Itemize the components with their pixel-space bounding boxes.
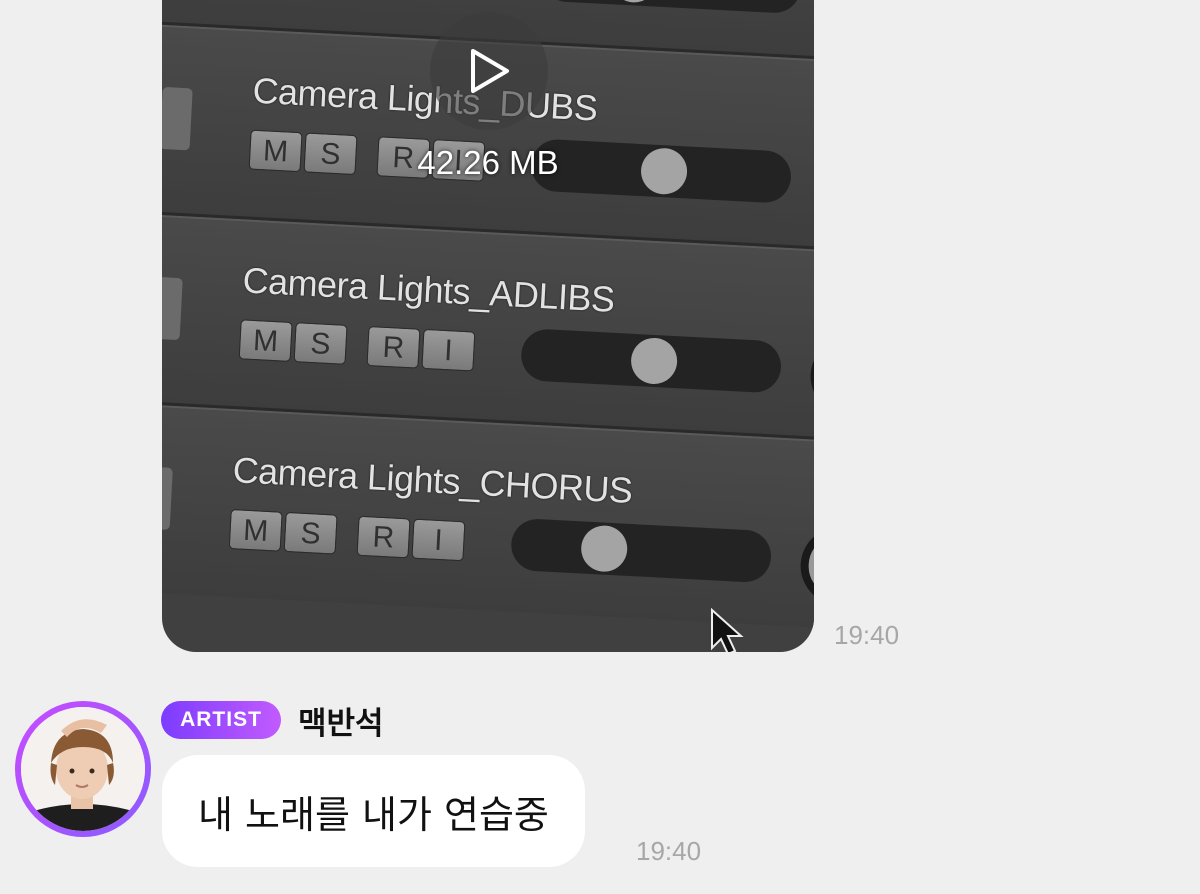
track-key: I <box>421 328 476 372</box>
track-key: S <box>283 511 338 555</box>
track-slider <box>519 328 783 394</box>
sender-name[interactable]: 맥반석 <box>298 698 384 743</box>
track-buttons: M S R I <box>238 319 479 372</box>
track-buttons: M S R I <box>228 509 469 562</box>
artist-badge: ARTIST <box>161 701 281 739</box>
track-buttons: M S R I <box>248 129 489 182</box>
track-slider <box>509 517 773 584</box>
track-name: Camera Lights_CHORUS <box>231 449 634 512</box>
video-message[interactable]: M S R I Camera Lights_DUBS M S R I Camer… <box>162 0 814 652</box>
track-key: M <box>238 319 293 362</box>
track-dial <box>808 335 814 418</box>
track-key: S <box>293 322 348 365</box>
play-button[interactable] <box>430 12 548 130</box>
message-bubble[interactable]: 내 노래를 내가 연습중 <box>162 755 585 867</box>
track-key: R <box>356 515 411 559</box>
slider-knob <box>629 336 679 386</box>
track-name: Camera Lights_ADLIBS <box>241 259 616 320</box>
daw-track: Camera Lights_ADLIBS M S R I <box>162 210 814 441</box>
track-key: M <box>228 509 283 552</box>
track-side-tab <box>162 276 183 341</box>
message-timestamp: 19:40 <box>834 620 900 650</box>
track-key: R <box>376 136 431 179</box>
daw-track: Camera Lights_CHORUS M S R I <box>162 400 814 631</box>
message-timestamp: 19:40 <box>636 836 702 866</box>
track-key: I <box>411 518 466 562</box>
track-key: S <box>303 132 358 176</box>
avatar-photo <box>21 707 145 831</box>
message-text: 내 노래를 내가 연습중 <box>198 792 549 837</box>
artist-avatar[interactable] <box>15 701 151 837</box>
avatar-portrait-icon <box>21 707 145 831</box>
slider-knob <box>639 147 689 196</box>
play-icon <box>471 49 509 93</box>
slider-knob <box>580 524 629 573</box>
track-side-tab <box>162 86 193 151</box>
track-side-tab <box>162 466 173 530</box>
track-key: M <box>248 129 303 173</box>
track-key: R <box>366 325 421 369</box>
slider-knob <box>609 0 659 4</box>
track-slider <box>529 138 793 204</box>
track-key: I <box>431 139 486 182</box>
track-dial <box>798 524 814 607</box>
track-slider <box>539 0 803 15</box>
